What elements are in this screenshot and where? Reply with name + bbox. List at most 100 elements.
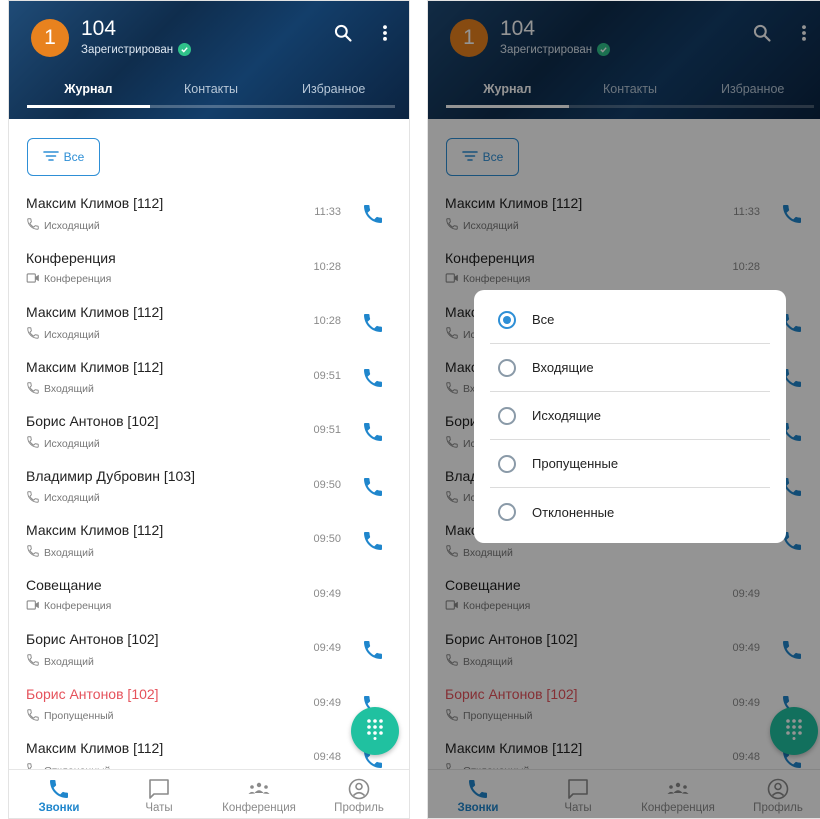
call-back-icon[interactable] <box>361 202 385 226</box>
filter-icon <box>42 150 59 165</box>
nav-chats-label: Чаты <box>145 802 173 814</box>
call-log-item[interactable]: Борис Антонов [102] Пропущенный 09:49 <box>9 678 409 733</box>
filter-button[interactable]: Все <box>27 138 100 176</box>
call-time: 09:50 <box>313 478 341 491</box>
filter-option[interactable]: Исходящие <box>490 392 770 440</box>
video-camera-icon <box>26 599 40 614</box>
filter-option[interactable]: Все <box>490 296 770 344</box>
contact-name: Максим Климов [112] <box>26 358 164 375</box>
call-type-label: Конференция <box>44 273 112 285</box>
call-time: 09:50 <box>313 533 341 545</box>
call-back-icon[interactable] <box>361 638 385 662</box>
call-back-icon[interactable] <box>361 475 385 499</box>
filter-option[interactable]: Отклоненные <box>490 488 770 536</box>
radio-selected-dot <box>503 315 511 324</box>
dialpad-icon <box>366 718 384 745</box>
call-type: Пропущенный <box>26 708 114 725</box>
radio-button[interactable] <box>498 503 516 521</box>
filter-option-label: Пропущенные <box>532 456 619 471</box>
app-header: 1 104 Зарегистрирован Журнал Контакты Из… <box>9 1 409 119</box>
call-log-item[interactable]: Совещание Конференция 09:49 <box>9 569 409 624</box>
contact-name: Борис Антонов [102] <box>26 685 159 702</box>
call-back-icon[interactable] <box>361 420 385 444</box>
call-time: 09:48 <box>313 751 341 763</box>
filter-option-label: Входящие <box>532 360 594 375</box>
nav-profile-label: Профиль <box>334 802 384 814</box>
call-type: Входящий <box>26 381 94 398</box>
call-type: Исходящий <box>26 435 100 452</box>
chat-icon <box>147 776 171 802</box>
call-type: Исходящий <box>26 217 100 234</box>
phone-icon <box>47 776 71 802</box>
call-type: Исходящий <box>26 326 100 343</box>
call-time: 11:33 <box>314 206 341 218</box>
call-type: Конференция <box>26 272 111 287</box>
call-log-item[interactable]: Конференция Конференция 10:28 <box>9 242 409 297</box>
missed-call-icon <box>26 708 40 725</box>
call-type-label: Исходящий <box>44 437 100 450</box>
radio-button[interactable] <box>498 406 516 425</box>
contact-name: Борис Антонов [102] <box>26 413 159 429</box>
contact-name: Максим Климов [112] <box>26 740 164 756</box>
call-type-label: Исходящий <box>44 328 100 341</box>
avatar[interactable]: 1 <box>31 19 69 57</box>
tab-indicator <box>27 105 150 108</box>
call-type: Входящий <box>26 544 94 561</box>
call-back-icon[interactable] <box>361 366 385 390</box>
call-time: 09:51 <box>313 424 341 436</box>
contact-name: Максим Климов [112] <box>26 522 164 538</box>
call-back-icon[interactable] <box>361 529 385 553</box>
call-time: 09:51 <box>313 369 341 382</box>
call-type-label: Исходящий <box>44 219 100 232</box>
radio-button[interactable] <box>498 358 516 377</box>
call-time: 09:49 <box>313 696 341 709</box>
contact-name: Максим Климов [112] <box>26 304 164 320</box>
call-back-icon[interactable] <box>361 311 385 335</box>
filter-option[interactable]: Входящие <box>490 344 770 392</box>
call-log-item[interactable]: Владимир Дубровин [103] Исходящий 09:50 <box>9 460 409 515</box>
bottom-nav: Звонки Чаты Конференция Профиль <box>9 769 409 818</box>
call-log-screen-with-filter-dialog: 1 104 Зарегистрирован Журнал Контакты Из… <box>427 0 820 819</box>
status-label: Зарегистрирован <box>81 43 174 56</box>
search-icon[interactable] <box>333 23 353 48</box>
call-log-item[interactable]: Максим Климов [112] Исходящий 11:33 <box>9 187 409 242</box>
call-log-item[interactable]: Максим Климов [112] Входящий 09:50 <box>9 514 409 569</box>
call-type: Входящий <box>26 653 94 670</box>
nav-conference-label: Конференция <box>222 802 296 814</box>
filter-option-label: Отклоненные <box>532 504 615 520</box>
profile-icon <box>347 776 371 802</box>
filter-option[interactable]: Пропущенные <box>490 440 770 488</box>
contact-name: Конференция <box>26 249 116 266</box>
call-log-item[interactable]: Максим Климов [112] Исходящий 10:28 <box>9 296 409 351</box>
contact-name: Совещание <box>26 576 102 593</box>
filter-dialog: Все Входящие Исходящие Пропущенные Отклоненн… <box>474 290 786 543</box>
call-type: Конференция <box>26 599 111 614</box>
nav-conference[interactable]: Конференция <box>209 770 309 818</box>
extension-number: 104 <box>81 17 117 40</box>
filter-option-label: Исходящие <box>532 408 601 423</box>
radio-button[interactable] <box>498 454 516 473</box>
contact-name: Борис Антонов [102] <box>26 631 159 647</box>
nav-profile[interactable]: Профиль <box>309 770 409 818</box>
call-log-item[interactable]: Максим Климов [112] Входящий 09:51 <box>9 351 409 406</box>
call-time: 10:28 <box>313 315 341 327</box>
call-type: Исходящий <box>26 490 100 507</box>
incoming-call-icon <box>26 381 40 398</box>
radio-button[interactable] <box>498 310 516 329</box>
dialpad-fab[interactable] <box>351 707 399 755</box>
call-log-screen: 1 104 Зарегистрирован Журнал Контакты Из… <box>8 0 410 819</box>
call-time: 09:49 <box>313 642 341 654</box>
call-time: 09:49 <box>313 587 341 600</box>
tab-track <box>27 105 395 108</box>
contact-name: Владимир Дубровин [103] <box>26 467 195 484</box>
outgoing-call-icon <box>26 217 40 234</box>
contact-name: Максим Климов [112] <box>26 195 164 211</box>
avatar-initial: 1 <box>44 26 56 49</box>
nav-chats[interactable]: Чаты <box>109 770 209 818</box>
nav-calls[interactable]: Звонки <box>9 770 109 818</box>
call-type-label: Конференция <box>44 600 112 612</box>
call-log-item[interactable]: Борис Антонов [102] Входящий 09:49 <box>9 623 409 678</box>
more-vert-icon[interactable] <box>381 23 389 48</box>
outgoing-call-icon <box>26 490 40 507</box>
call-log-item[interactable]: Борис Антонов [102] Исходящий 09:51 <box>9 405 409 460</box>
